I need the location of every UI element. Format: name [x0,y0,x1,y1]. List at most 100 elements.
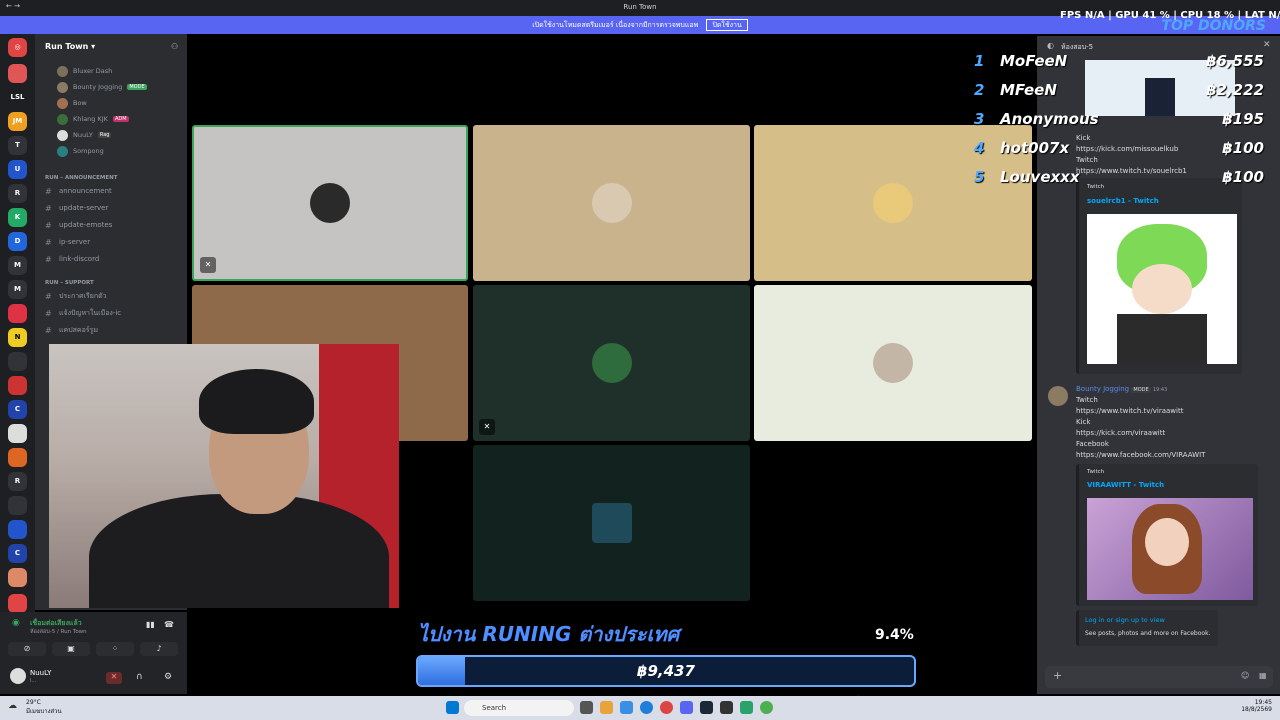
edge-icon[interactable] [640,701,653,714]
server-icon[interactable]: T [8,136,27,155]
obs-icon[interactable] [720,701,733,714]
message-input[interactable]: + ☺ ▦ [1045,666,1273,688]
server-icon[interactable]: U [8,160,27,179]
category-header[interactable]: RUN – SUPPORT [45,280,94,286]
headphones-icon[interactable]: ∩ [136,672,143,682]
role-tag: MODE [127,84,147,90]
server-icon[interactable] [8,568,27,587]
server-icon[interactable] [8,424,27,443]
muted-icon: ✕ [479,419,495,435]
server-icon[interactable]: D [8,232,27,251]
embed-title[interactable]: VIRAAWITT - Twitch [1087,481,1164,489]
voice-user[interactable]: NuuLY Rag [57,128,112,142]
search-box[interactable]: Search [464,700,574,716]
avatar[interactable] [1048,386,1068,406]
embed-thumbnail[interactable] [1087,498,1253,600]
channel-update-server[interactable]: # update-server [45,201,180,215]
chrome-icon[interactable] [660,701,673,714]
voice-user[interactable]: Bluxer Dash [57,64,112,78]
goal-title: ไปงาน RUNING ต่างประเทศ [418,622,680,646]
disable-streamer-mode-button[interactable]: ปิดใช้งาน [706,19,748,31]
server-icon[interactable] [8,352,27,371]
facebook-embed: Log in or sign up to view See posts, pho… [1076,610,1218,646]
message-link[interactable]: https://www.twitch.tv/viraawitt [1076,407,1183,415]
embed-title[interactable]: souelrcb1 - Twitch [1087,197,1159,205]
embed-thumbnail[interactable] [1087,214,1237,364]
app-icon[interactable] [740,701,753,714]
steam-icon[interactable] [700,701,713,714]
embed-title[interactable]: Log in or sign up to view [1085,616,1165,624]
server-icon[interactable] [8,448,27,467]
channel-update-emotes[interactable]: # update-emotes [45,218,180,232]
server-icon[interactable]: ◎ [8,38,27,57]
message-author[interactable]: Bounty Jogging MODE 19:43 [1076,385,1167,393]
file-explorer-icon[interactable] [600,701,613,714]
participant-tile[interactable]: ✕ [192,125,468,281]
task-view-icon[interactable] [580,701,593,714]
message-link[interactable]: https://www.facebook.com/VIRAAWIT [1076,451,1205,459]
voice-user[interactable]: Bow [57,96,87,110]
server-icon[interactable]: LSL [8,88,27,107]
plus-icon[interactable]: + [1053,669,1062,682]
server-icon[interactable] [8,496,27,515]
app-icon[interactable] [620,701,633,714]
system-clock[interactable]: 19:45 18/8/2569 [1241,699,1272,713]
weather-icon[interactable]: ☁ [8,701,17,711]
participant-tile[interactable] [473,445,750,601]
weather-widget[interactable]: 29°C มีเมฆบางส่วน [26,699,62,716]
participant-tile[interactable] [754,285,1032,441]
mute-mic-icon[interactable]: ✕ [106,672,122,684]
camera-button[interactable]: ⊘ [8,642,46,656]
participant-avatar [873,183,913,223]
server-icon[interactable]: K [8,208,27,227]
server-icon[interactable]: R [8,184,27,203]
noise-icon[interactable]: ▮▮ [146,620,155,629]
server-icon[interactable] [8,520,27,539]
disconnect-icon[interactable]: ☎ [164,620,174,629]
message-link[interactable]: https://kick.com/viraawitt [1076,429,1165,437]
voice-user[interactable]: Bounty Jogging MODE [57,80,147,94]
server-icon[interactable] [8,64,27,83]
thumbnail-body [1117,314,1207,364]
server-name[interactable]: Run Town ▾ [45,42,95,51]
channel-support[interactable]: # แคปสคอร์รูม [45,323,180,337]
voice-user[interactable]: Khlang KJK ADM [57,112,129,126]
server-icon[interactable]: R [8,472,27,491]
user-status: l... [30,678,37,684]
activities-button[interactable]: ⁘ [96,642,134,656]
start-icon[interactable] [446,701,459,714]
server-icon[interactable]: N [8,328,27,347]
apps-icon[interactable]: ▦ [1259,671,1267,680]
screenshare-button[interactable]: ▣ [52,642,90,656]
server-icon[interactable]: C [8,544,27,563]
settings-gear-icon[interactable]: ⚙ [164,672,172,682]
server-rail: ◎ LSL JM T U R K D M M N C R C [0,34,35,694]
voice-user[interactable]: Sompong [57,144,104,158]
server-icon[interactable]: M [8,256,27,275]
emoji-icon[interactable]: ☺ [1241,671,1249,680]
avatar[interactable] [10,668,26,684]
server-icon[interactable] [8,376,27,395]
channel-announcement[interactable]: # announcement [45,184,180,198]
participant-tile[interactable]: ✕ [473,285,750,441]
participant-tile[interactable] [473,125,750,281]
add-member-icon[interactable]: ⚇ [171,42,178,51]
thumbnail-face [1132,264,1192,314]
server-icon[interactable] [8,594,27,613]
channel-ip-server[interactable]: # ip-server [45,235,180,249]
server-icon[interactable]: C [8,400,27,419]
channel-support[interactable]: # ประกาศเรียกตัว [45,289,180,303]
donor-row: 4 hot007x ฿100 [974,139,1264,157]
channel-link-discord[interactable]: # link-discord [45,252,180,266]
category-header[interactable]: RUN – ANNOUNCEMENT [45,175,117,181]
chrome-icon[interactable] [760,701,773,714]
soundboard-button[interactable]: ♪ [140,642,178,656]
channel-support[interactable]: # แจ้งปัญหาในเมือง-ic [45,306,180,320]
server-icon[interactable]: M [8,280,27,299]
server-icon[interactable]: JM [8,112,27,131]
server-icon[interactable] [8,304,27,323]
donor-row: 2 MFeeN ฿2,222 [974,81,1264,99]
donor-row: 5 Louvexxx ฿100 [974,168,1264,186]
discord-icon[interactable] [680,701,693,714]
voice-channel[interactable]: ห้องสอบ-5 / Run Town [30,628,87,636]
